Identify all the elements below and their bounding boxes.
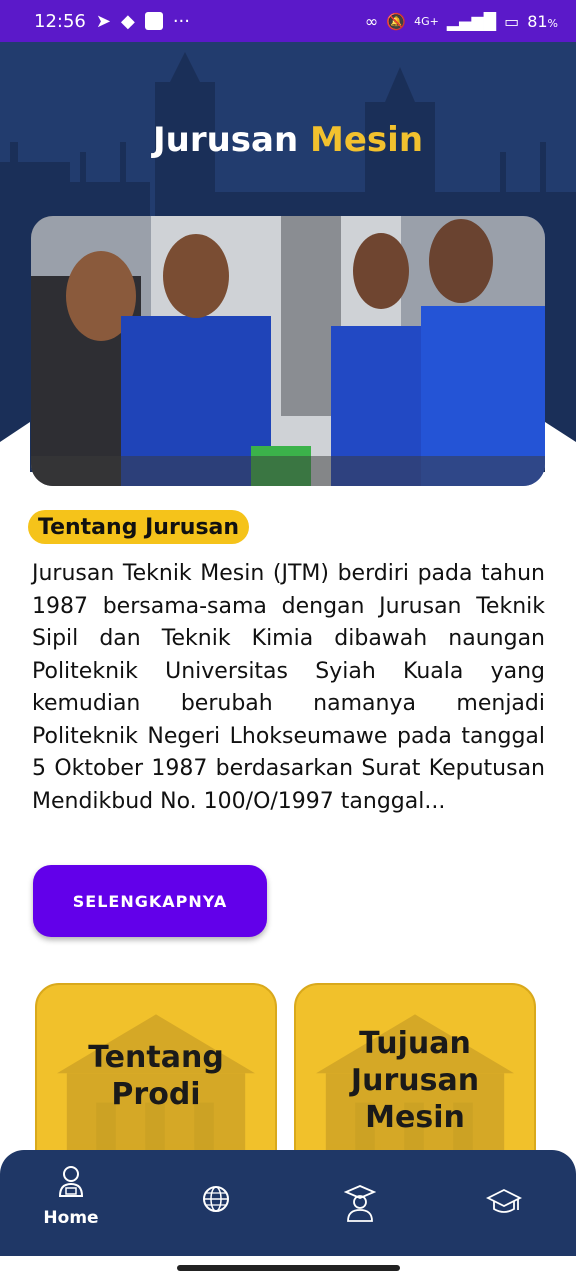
about-description: Jurusan Teknik Mesin (JTM) berdiri pada … [32, 561, 545, 814]
nav-globe[interactable] [166, 1164, 266, 1218]
page-title: Jurusan Mesin [152, 120, 424, 160]
section-heading-about: Tentang Jurusan [28, 510, 250, 544]
student-icon [58, 1166, 84, 1197]
diamond-icon: ◆ [120, 10, 135, 32]
battery-icon: ▭ [504, 11, 520, 31]
app-icon [144, 12, 163, 30]
nav-home[interactable]: Home [21, 1164, 121, 1228]
status-bar: 12:56 ➤ ◆ ··· ∞ 🔕 4G+ ▂▄▆█ ▭ 81% [0, 0, 576, 42]
read-more-button[interactable]: SELENGKAPNYA [33, 865, 267, 937]
mortarboard-icon [485, 1188, 523, 1213]
network-type: 4G+ [414, 14, 439, 28]
status-time: 12:56 [34, 10, 86, 32]
graduate-icon [343, 1185, 377, 1222]
nav-home-label: Home [43, 1208, 99, 1228]
telegram-icon: ➤ [95, 10, 111, 32]
signal-icon: ▂▄▆█ [446, 11, 497, 31]
more-notifications: ··· [172, 10, 190, 32]
battery-percent: 81% [527, 11, 558, 31]
home-indicator[interactable] [177, 1265, 400, 1271]
card-label: Tujuan Jurusan Mesin [350, 1026, 480, 1135]
nav-graduate[interactable] [310, 1164, 410, 1226]
card-label: Tentang Prodi [88, 1040, 224, 1112]
gesture-area [0, 1256, 576, 1280]
nav-education[interactable] [454, 1164, 554, 1222]
department-photo [31, 216, 545, 486]
bottom-navigation: Home [0, 1150, 576, 1256]
link-icon: ∞ [364, 11, 379, 31]
globe-icon [203, 1186, 229, 1212]
mute-icon: 🔕 [386, 11, 407, 31]
